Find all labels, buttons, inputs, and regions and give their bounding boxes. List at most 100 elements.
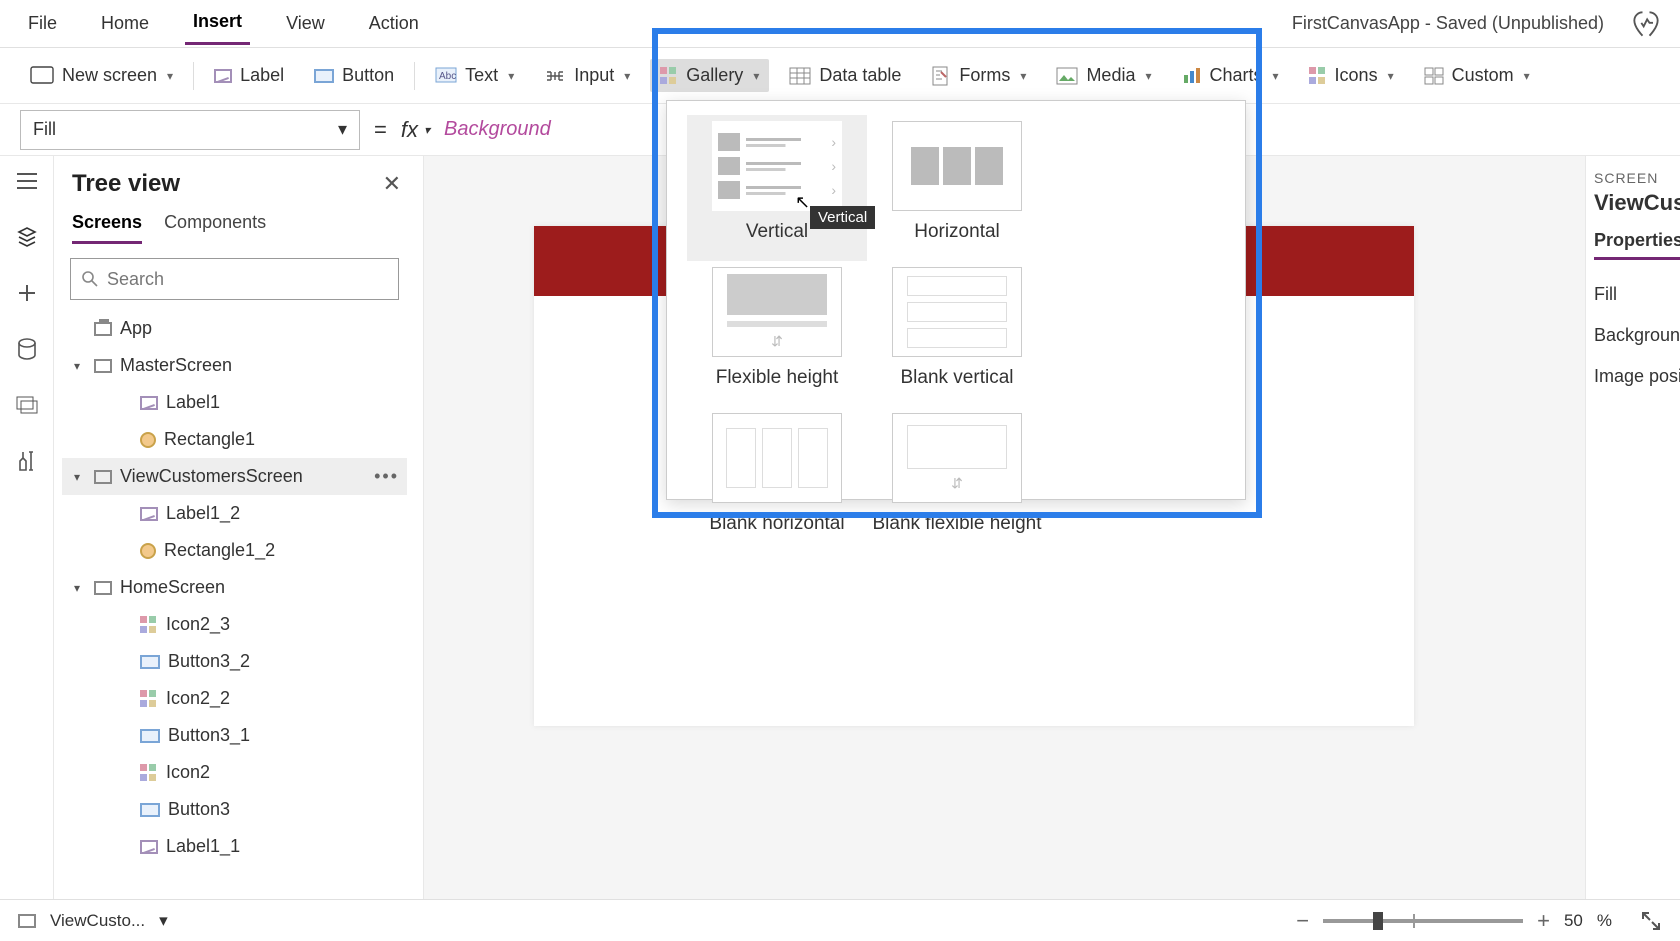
gallery-blank-horizontal-thumb — [712, 413, 842, 503]
properties-tab[interactable]: Properties — [1594, 230, 1680, 260]
forms-label: Forms — [959, 65, 1010, 86]
custom-button[interactable]: Custom▾ — [1414, 59, 1540, 92]
gallery-vertical[interactable]: › › › Vertical — [687, 115, 867, 261]
gallery-blank-vertical-label: Blank vertical — [901, 367, 1014, 388]
button-button[interactable]: Button — [304, 59, 404, 92]
prop-background[interactable]: Background — [1594, 315, 1680, 356]
text-button[interactable]: Abc Text▾ — [425, 59, 524, 92]
custom-icon — [1424, 67, 1444, 85]
tree-node-viewcustomersscreen[interactable]: ▾ViewCustomersScreen••• — [62, 458, 407, 495]
svg-text:Abc: Abc — [439, 71, 456, 82]
tree-node-label1-1[interactable]: Label1_1 — [62, 828, 407, 865]
tools-icon[interactable] — [14, 448, 40, 474]
icons-icon — [1309, 67, 1327, 85]
zoom-out-button[interactable]: − — [1296, 908, 1309, 934]
menu-home[interactable]: Home — [93, 5, 157, 42]
tree-tabs: Screens Components — [62, 204, 407, 244]
chevron-down-icon: ▾ — [508, 69, 514, 83]
gallery-flexible[interactable]: ⇵ Flexible height — [687, 261, 867, 407]
gallery-horizontal[interactable]: Horizontal — [867, 115, 1047, 261]
data-icon[interactable] — [14, 336, 40, 362]
menu-file[interactable]: File — [20, 5, 65, 42]
shape-icon — [140, 543, 156, 559]
icons-label: Icons — [1335, 65, 1378, 86]
gallery-button[interactable]: Gallery ▾ — [650, 59, 769, 92]
fx-button[interactable]: fx▾ — [401, 117, 430, 143]
charts-label: Charts — [1210, 65, 1263, 86]
icons-button[interactable]: Icons▾ — [1299, 59, 1404, 92]
tree-node-app[interactable]: App — [62, 310, 407, 347]
chevron-down-icon: ▾ — [1524, 69, 1530, 83]
gallery-blank-vertical-thumb — [892, 267, 1022, 357]
tree-node-label1-2[interactable]: Label1_2 — [62, 495, 407, 532]
menu-action[interactable]: Action — [361, 5, 427, 42]
button-icon — [140, 803, 160, 817]
tree-node-icon2-3[interactable]: Icon2_3 — [62, 606, 407, 643]
status-bar: ViewCusto... ▾ − + 50 % — [0, 899, 1680, 941]
menu-view[interactable]: View — [278, 5, 333, 42]
gallery-blank-horizontal[interactable]: Blank horizontal — [687, 407, 867, 553]
screen-icon — [94, 470, 112, 484]
tree-node-button3-1[interactable]: Button3_1 — [62, 717, 407, 754]
add-icon[interactable] — [14, 280, 40, 306]
close-icon[interactable]: ✕ — [383, 171, 401, 197]
data-table-icon — [789, 67, 811, 85]
more-icon[interactable]: ••• — [374, 466, 399, 487]
app-checker-icon[interactable] — [1632, 10, 1660, 38]
label-icon — [214, 69, 232, 83]
cursor-icon: ↖ — [795, 192, 810, 213]
search-input[interactable]: Search — [70, 258, 399, 300]
gallery-tooltip: Vertical — [810, 206, 875, 229]
new-screen-button[interactable]: New screen▾ — [20, 59, 183, 92]
hamburger-icon[interactable] — [14, 168, 40, 194]
data-table-button[interactable]: Data table — [779, 59, 911, 92]
chevron-down-icon: ▾ — [753, 69, 759, 83]
tree-node-rectangle1-2[interactable]: Rectangle1_2 — [62, 532, 407, 569]
properties-section-label: SCREEN — [1594, 170, 1680, 186]
property-selector[interactable]: Fill ▾ — [20, 110, 360, 150]
label-button[interactable]: Label — [204, 59, 294, 92]
tree-view-title: Tree view — [72, 170, 180, 198]
tree-node-rectangle1[interactable]: Rectangle1 — [62, 421, 407, 458]
tree-node-button3[interactable]: Button3 — [62, 791, 407, 828]
media-rail-icon[interactable] — [14, 392, 40, 418]
gallery-blank-horizontal-label: Blank horizontal — [709, 513, 844, 534]
icon-icon — [140, 690, 158, 708]
gallery-btn-label: Gallery — [686, 65, 743, 86]
gallery-vertical-thumb: › › › — [712, 121, 842, 211]
gallery-blank-flexible-label: Blank flexible height — [873, 513, 1042, 534]
fullscreen-icon[interactable] — [1640, 910, 1662, 932]
prop-image-position[interactable]: Image posit — [1594, 356, 1680, 397]
chevron-down-icon: ▾ — [1020, 69, 1026, 83]
properties-pane: SCREEN ViewCusto Properties Fill Backgro… — [1585, 156, 1680, 899]
media-button[interactable]: Media▾ — [1046, 59, 1161, 92]
tab-components[interactable]: Components — [164, 212, 266, 244]
left-rail — [0, 156, 54, 899]
input-btn-label: Input — [574, 65, 614, 86]
tree-view-icon[interactable] — [14, 224, 40, 250]
gallery-blank-vertical[interactable]: Blank vertical — [867, 261, 1047, 407]
zoom-thumb[interactable] — [1373, 912, 1383, 930]
input-button[interactable]: Input▾ — [534, 59, 640, 92]
tree-node-masterscreen[interactable]: ▾MasterScreen — [62, 347, 407, 384]
tab-screens[interactable]: Screens — [72, 212, 142, 244]
prop-fill[interactable]: Fill — [1594, 274, 1680, 315]
tree-node-button3-2[interactable]: Button3_2 — [62, 643, 407, 680]
menu-insert[interactable]: Insert — [185, 3, 250, 45]
tree-node-label1[interactable]: Label1 — [62, 384, 407, 421]
zoom-in-button[interactable]: + — [1537, 908, 1550, 934]
tree-node-icon2-2[interactable]: Icon2_2 — [62, 680, 407, 717]
formula-expression[interactable]: Background — [444, 118, 551, 141]
zoom-slider[interactable] — [1323, 919, 1523, 923]
chevron-down-icon: ▾ — [167, 69, 173, 83]
charts-button[interactable]: Charts▾ — [1172, 59, 1289, 92]
tree-node-icon2[interactable]: Icon2 — [62, 754, 407, 791]
tree-node-homescreen[interactable]: ▾HomeScreen — [62, 569, 407, 606]
status-screen-name[interactable]: ViewCusto... — [50, 911, 145, 931]
gallery-blank-flexible[interactable]: ⇵ Blank flexible height — [867, 407, 1047, 553]
tree: App ▾MasterScreen Label1 Rectangle1 ▾Vie… — [62, 310, 407, 889]
chevron-down-icon[interactable]: ▾ — [159, 911, 168, 931]
shape-icon — [140, 432, 156, 448]
search-placeholder: Search — [107, 269, 164, 290]
forms-button[interactable]: Forms ▾ — [921, 59, 1036, 92]
